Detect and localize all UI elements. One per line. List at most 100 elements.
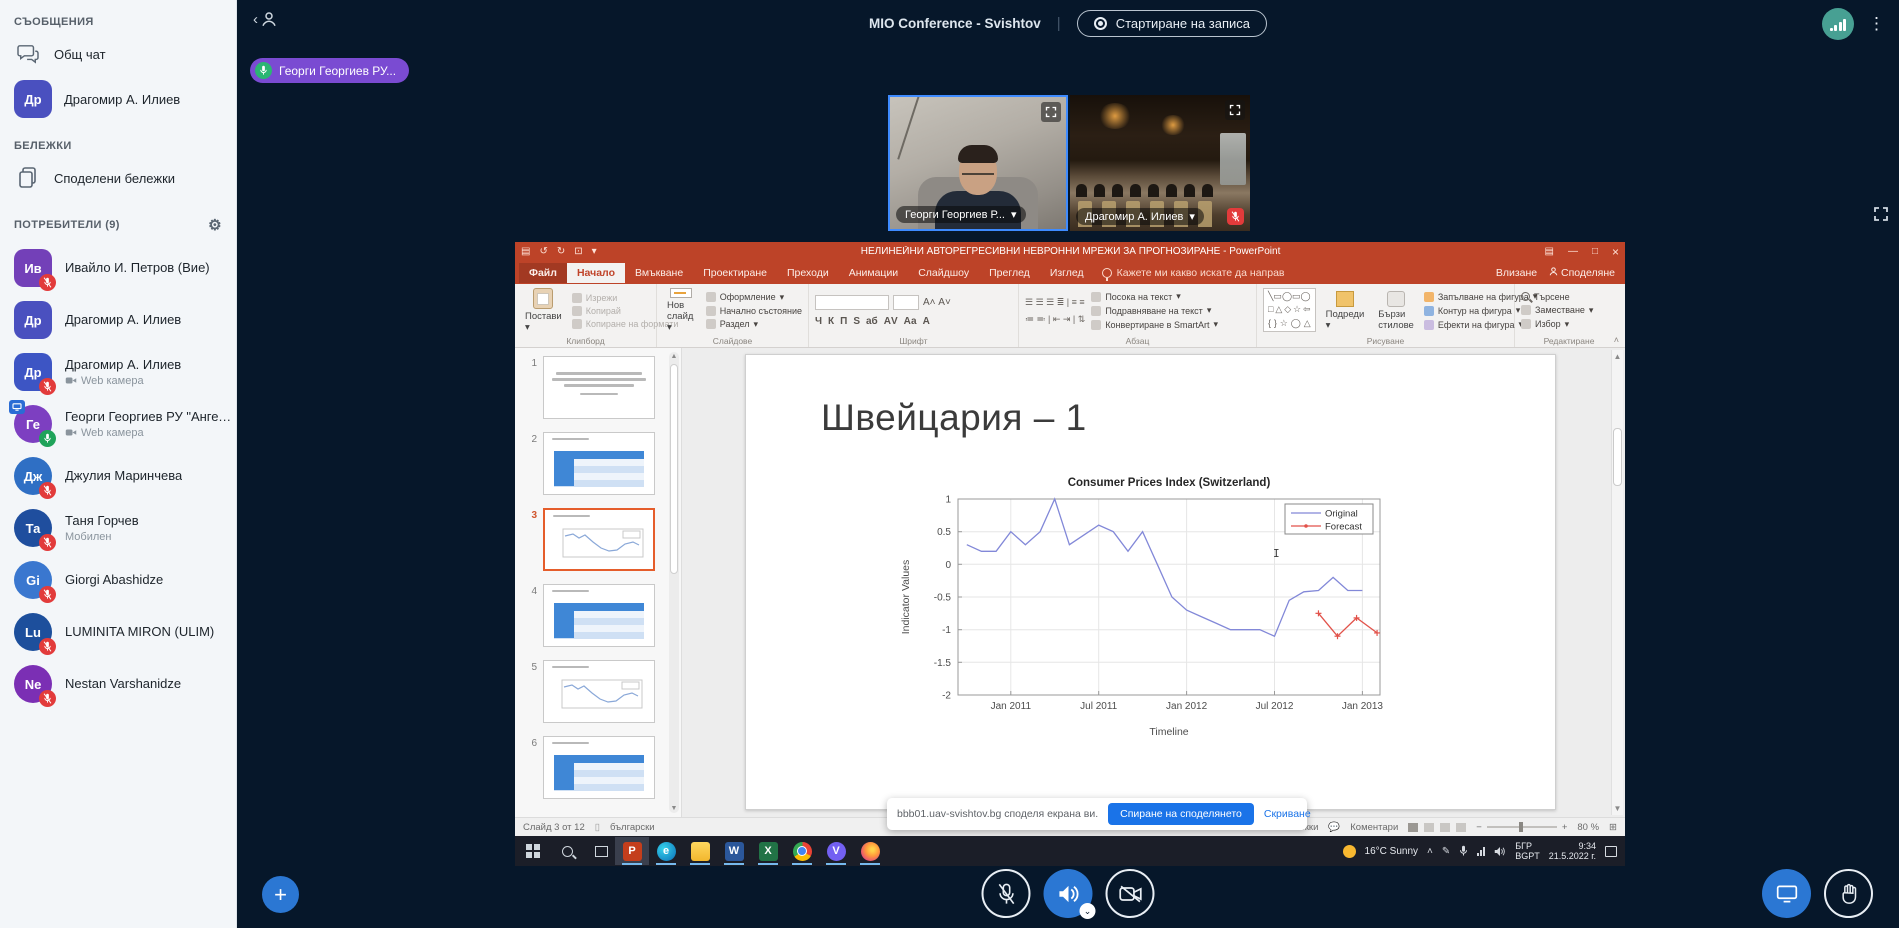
user-list-item[interactable]: GiGiorgi Abashidze	[0, 554, 236, 606]
webcam-georgi[interactable]: Георги Георгиев Р...▾	[888, 95, 1068, 231]
user-list-item[interactable]: ГеГеорги Георгиев РУ "Ангел Кънч…Web кам…	[0, 398, 236, 450]
zoom-percent[interactable]: 80 %	[1577, 822, 1599, 833]
font-name-combobox[interactable]	[815, 295, 889, 310]
find-button[interactable]: Търсене	[1521, 292, 1593, 302]
fullscreen-icon[interactable]	[1041, 102, 1061, 122]
select-button[interactable]: Избор ▾	[1521, 319, 1593, 330]
shapes-gallery[interactable]: ╲▭◯▭◯□△◇☆⇦{}☆◯△	[1263, 288, 1316, 332]
taskbar-search-icon[interactable]	[553, 838, 581, 864]
private-chat-item[interactable]: Др Драгомир А. Илиев	[0, 74, 236, 124]
close-button[interactable]: ×	[1612, 245, 1619, 259]
thumbnails-scrollbar[interactable]: ▲ ▼	[669, 352, 679, 813]
ppt-tab-Преходи[interactable]: Преходи	[777, 263, 839, 283]
font-style-button[interactable]: аб	[866, 316, 878, 327]
tray-expand-icon[interactable]: ˄	[1427, 846, 1433, 857]
taskbar-app-excel[interactable]: X	[751, 837, 785, 865]
slide-thumbnail-4[interactable]: 4	[525, 584, 667, 647]
shared-notes-item[interactable]: Споделени бележки	[0, 158, 236, 198]
share-button[interactable]: Споделяне	[1549, 267, 1615, 279]
manage-users-gear-icon[interactable]: ⚙	[208, 216, 222, 234]
start-recording-button[interactable]: Стартиране на записа	[1077, 10, 1267, 37]
new-slide-button[interactable]: Нов слайд ▾	[663, 288, 700, 333]
stop-sharing-button[interactable]: Спиране на споделянето	[1108, 803, 1254, 825]
user-list-item[interactable]: ИвИвайло И. Петров (Вие)	[0, 242, 236, 294]
zoom-control[interactable]: − +	[1476, 822, 1567, 833]
ppt-tab-Файл[interactable]: Файл	[519, 263, 567, 283]
quick-styles-button[interactable]: Бързи стилове	[1374, 288, 1418, 333]
slide-thumbnail-2[interactable]: 2	[525, 432, 667, 495]
font-style-button[interactable]: АV	[884, 316, 898, 327]
slide-thumbnail-1[interactable]: 1	[525, 356, 667, 419]
slide-thumbnail-5[interactable]: 5	[525, 660, 667, 723]
screenshare-toggle-button[interactable]	[1762, 869, 1811, 918]
camera-toggle-button[interactable]	[1106, 869, 1155, 918]
task-view-icon[interactable]	[587, 838, 615, 864]
network-icon[interactable]	[1477, 847, 1485, 856]
comments-toggle[interactable]: 💬	[1328, 822, 1340, 833]
font-style-button[interactable]: Ч	[815, 316, 822, 327]
toggle-userlist-button[interactable]: ‹	[253, 10, 278, 28]
actions-plus-button[interactable]: +	[262, 876, 299, 913]
webcam-name-dropdown[interactable]: Драгомир А. Илиев▾	[1076, 208, 1204, 225]
start-button[interactable]	[519, 838, 547, 864]
user-list-item[interactable]: ДжДжулия Маринчева	[0, 450, 236, 502]
ppt-tab-Проектиране[interactable]: Проектиране	[693, 263, 777, 283]
weather-label[interactable]: 16°C Sunny	[1365, 846, 1418, 857]
font-style-button[interactable]: А	[923, 316, 930, 327]
canvas-scrollbar[interactable]: ▲ ▼	[1611, 350, 1623, 815]
user-list-item[interactable]: LuLUMINITA MIRON (ULIM)	[0, 606, 236, 658]
undo-icon[interactable]: ↺	[539, 246, 547, 257]
redo-icon[interactable]: ↻	[557, 246, 565, 257]
restore-button[interactable]: □	[1592, 246, 1598, 257]
talking-indicator-pill[interactable]: Георги Георгиев РУ...	[250, 58, 409, 83]
replace-button[interactable]: Заместване ▾	[1521, 305, 1593, 316]
audio-options-chevron[interactable]: ⌄	[1080, 903, 1096, 919]
fit-slide-icon[interactable]: ⊞	[1609, 822, 1617, 833]
collapse-ribbon-icon[interactable]: ˄	[1614, 335, 1619, 345]
user-list-item[interactable]: NeNestan Varshanidze	[0, 658, 236, 710]
webcam-name-dropdown[interactable]: Георги Георгиев Р...▾	[896, 206, 1026, 223]
taskbar-app-powerpoint[interactable]: P	[615, 837, 649, 865]
reset-button[interactable]: Начално състояние	[706, 306, 802, 316]
layout-button[interactable]: Оформление ▾	[706, 292, 802, 303]
taskbar-app-chrome[interactable]	[785, 837, 819, 865]
taskbar-app-firefox[interactable]	[853, 837, 887, 865]
hide-banner-link[interactable]: Скриване	[1264, 808, 1311, 820]
sign-in-link[interactable]: Влизане	[1496, 267, 1537, 279]
presentation-fullscreen-icon[interactable]	[1873, 206, 1889, 222]
action-center-icon[interactable]	[1605, 846, 1617, 857]
taskbar-app-viber[interactable]: V	[819, 837, 853, 865]
tray-mic-icon[interactable]	[1459, 845, 1468, 857]
start-slideshow-icon[interactable]: ⊡	[574, 246, 582, 257]
current-slide[interactable]: Швейцария – 1 Jan 2011Jul 2011Jan 2012Ju…	[745, 354, 1556, 810]
text-direction-button[interactable]: Посока на текст ▾	[1091, 291, 1218, 302]
user-list-item[interactable]: ДрДрагомир А. Илиев	[0, 294, 236, 346]
pen-icon[interactable]: ✎	[1442, 846, 1450, 857]
connection-status-icon[interactable]	[1822, 8, 1854, 40]
ppt-tab-Вмъкване[interactable]: Вмъкване	[625, 263, 693, 283]
clock[interactable]: 9:34 21.5.2022 г.	[1549, 841, 1596, 862]
ribbon-options-icon[interactable]: ▤	[1544, 246, 1553, 257]
slide-thumbnail-3[interactable]: 3	[525, 508, 667, 571]
weather-icon[interactable]	[1343, 845, 1356, 858]
ppt-tab-Анимации[interactable]: Анимации	[839, 263, 908, 283]
ppt-tab-Начало[interactable]: Начало	[567, 263, 625, 283]
arrange-button[interactable]: Подреди ▾	[1322, 288, 1369, 333]
font-style-button[interactable]: П	[840, 316, 847, 327]
taskbar-app-explorer[interactable]	[683, 837, 717, 865]
ppt-tab-Изглед[interactable]: Изглед	[1040, 263, 1094, 283]
align-text-button[interactable]: Подравняване на текст ▾	[1091, 305, 1218, 316]
ppt-tab-Преглед[interactable]: Преглед	[979, 263, 1040, 283]
save-icon[interactable]: ▤	[521, 246, 530, 257]
public-chat-item[interactable]: Общ чат	[0, 34, 236, 74]
fullscreen-icon[interactable]	[1225, 100, 1245, 120]
ppt-tab-Слайдшоу[interactable]: Слайдшоу	[908, 263, 979, 283]
comments-label[interactable]: Коментари	[1350, 822, 1398, 833]
options-menu-button[interactable]: ⋮	[1868, 14, 1885, 34]
user-list-item[interactable]: ТаТаня ГорчевМобилен	[0, 502, 236, 554]
font-style-button[interactable]: Аа	[904, 316, 917, 327]
font-style-button[interactable]: S	[853, 316, 860, 327]
mute-toggle-button[interactable]	[982, 869, 1031, 918]
slide-thumbnail-6[interactable]: 6	[525, 736, 667, 799]
spellcheck-icon[interactable]: ▯	[595, 822, 600, 833]
